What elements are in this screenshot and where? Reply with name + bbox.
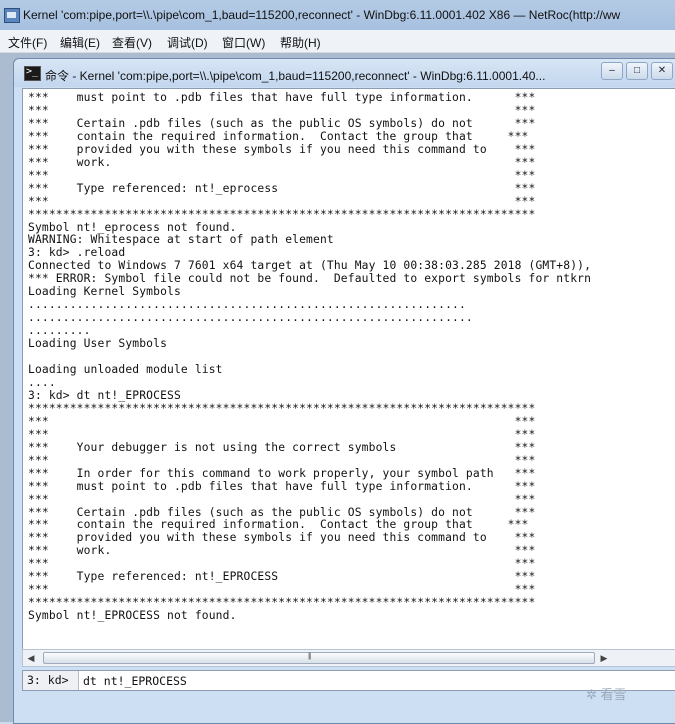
menu-bar: 文件(F) 编辑(E) 查看(V) 调试(D) 窗口(W) 帮助(H) — [0, 30, 675, 53]
scroll-left-arrow-icon[interactable]: ◀ — [23, 650, 39, 666]
kanxue-watermark: ✲ 看雪 — [586, 687, 627, 702]
scrollbar-thumb[interactable] — [43, 652, 595, 664]
restore-button[interactable]: □ — [626, 62, 648, 80]
command-output-text: *** must point to .pdb files that have f… — [28, 91, 592, 623]
command-window-title-bar[interactable]: >_ 命令 - Kernel 'com:pipe,port=\\.\pipe\c… — [14, 59, 675, 87]
scrollbar-grip-icon: ||| — [308, 653, 312, 660]
windbg-app-icon — [4, 8, 20, 23]
menu-help[interactable]: 帮助(H) — [280, 34, 321, 51]
scroll-right-arrow-icon[interactable]: ▶ — [596, 650, 612, 666]
command-window-title: 命令 - Kernel 'com:pipe,port=\\.\pipe\com_… — [45, 69, 546, 83]
menu-edit[interactable]: 编辑(E) — [60, 34, 100, 51]
command-window: >_ 命令 - Kernel 'com:pipe,port=\\.\pipe\c… — [13, 58, 675, 724]
kd-prompt: 3: kd> — [23, 671, 79, 690]
horizontal-scrollbar[interactable]: ◀ ||| ▶ — [22, 649, 675, 667]
minimize-button[interactable]: – — [601, 62, 623, 80]
menu-file[interactable]: 文件(F) — [8, 34, 47, 51]
menu-window[interactable]: 窗口(W) — [222, 34, 265, 51]
main-title-bar: Kernel 'com:pipe,port=\\.\pipe\com_1,bau… — [0, 0, 675, 30]
command-input-row: 3: kd> — [22, 670, 675, 691]
command-output[interactable]: *** must point to .pdb files that have f… — [22, 88, 675, 657]
close-button[interactable]: ✕ — [651, 62, 673, 80]
menu-debug[interactable]: 调试(D) — [167, 34, 208, 51]
menu-view[interactable]: 查看(V) — [112, 34, 152, 51]
command-prompt-icon: >_ — [24, 66, 41, 81]
main-window-title: Kernel 'com:pipe,port=\\.\pipe\com_1,bau… — [23, 8, 621, 22]
